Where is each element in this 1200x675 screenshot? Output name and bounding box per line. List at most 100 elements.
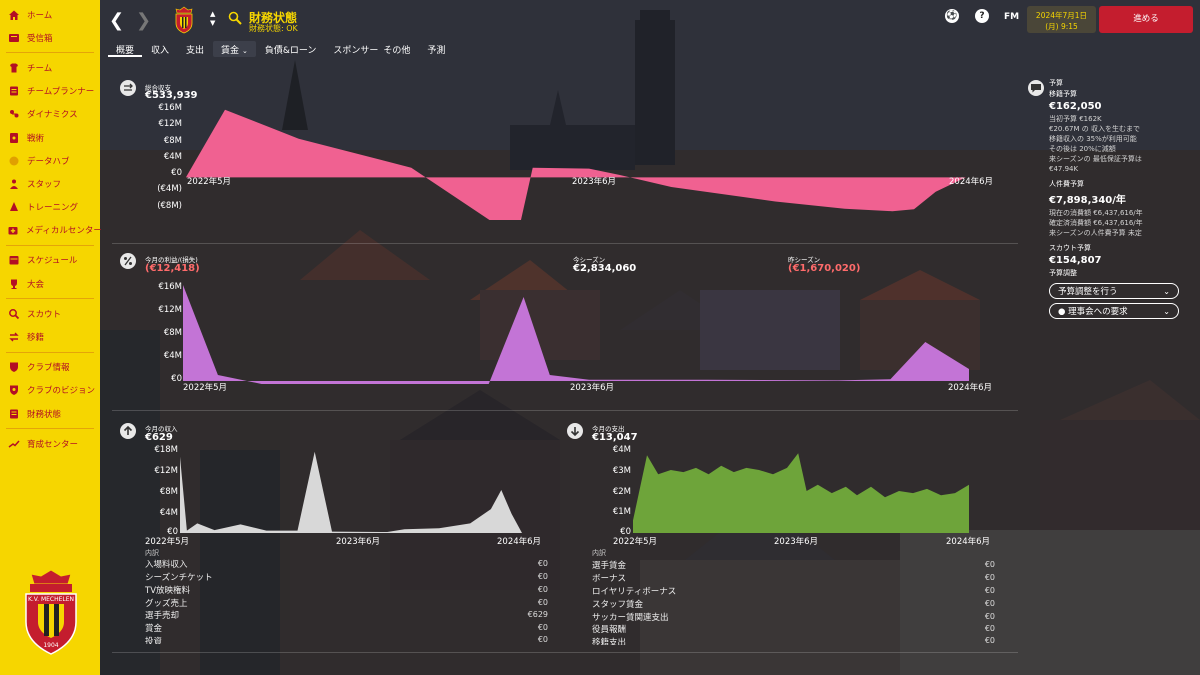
chevron-down-icon: ⌄ — [1163, 286, 1170, 296]
budget-note: 来シーズンの人件費予算 未定 — [1049, 229, 1142, 237]
tab-forecast[interactable]: 予測 — [419, 41, 453, 57]
tab-wages[interactable]: 賃金 ⌄ — [213, 41, 256, 57]
balance-icon — [120, 80, 136, 96]
income-row-value: €0 — [537, 623, 548, 632]
sidebar-item-schedule[interactable]: スケジュール — [0, 249, 100, 272]
adjust-budget-button[interactable]: 予算調整を行う ⌄ — [1049, 283, 1179, 299]
sidebar-item-label: クラブ情報 — [27, 363, 70, 374]
expense-row-value: €0 — [984, 624, 995, 633]
sidebar-item-label: 大会 — [27, 279, 45, 290]
expense-row-label: スタッフ賃金 — [592, 600, 644, 610]
sidebar-item-team[interactable]: チーム — [0, 56, 100, 79]
sidebar-item-inbox[interactable]: 受信箱 — [0, 26, 100, 49]
tab-sponsors[interactable]: スポンサー — [325, 41, 380, 57]
percent-icon — [120, 253, 136, 269]
search-icon[interactable] — [228, 11, 242, 25]
switch-club-arrows-icon[interactable]: ▲ ▼ — [210, 10, 215, 28]
income-ytick: €4M — [159, 508, 178, 518]
sidebar-item-finances[interactable]: 財務状態 — [0, 402, 100, 425]
divider — [112, 243, 1018, 244]
budget-heading: 予算 — [1049, 79, 1063, 87]
expense-row-value: €0 — [984, 560, 995, 569]
dynamics-icon — [7, 108, 20, 120]
expense-xtick: 2023年6月 — [774, 537, 819, 547]
chart-area-series — [180, 451, 522, 533]
profit-xtick: 2022年5月 — [183, 383, 228, 393]
sidebar-item-staff[interactable]: スタッフ — [0, 172, 100, 195]
sidebar-divider — [6, 298, 94, 300]
balance-xtick: 2023年6月 — [572, 177, 617, 187]
tab-bar: 概要 収入 支出 賃金 ⌄ 負債&ローン スポンサー その他 予測 — [108, 41, 454, 59]
date-text: 2024年7月1日 — [1035, 11, 1088, 20]
sidebar-item-club-info[interactable]: クラブ情報 — [0, 356, 100, 379]
sidebar-item-development-center[interactable]: 育成センター — [0, 432, 100, 455]
income-ytick: €12M — [154, 466, 178, 476]
sidebar-item-home[interactable]: ホーム — [0, 3, 100, 26]
sidebar-item-tactics[interactable]: 戦術 — [0, 126, 100, 149]
button-label: ● 理事会への要求 — [1058, 305, 1128, 317]
wage-budget-label: 人件費予算 — [1049, 180, 1084, 188]
fm-logo[interactable]: FM — [1004, 12, 1019, 22]
sidebar-item-dynamics[interactable]: ダイナミクス — [0, 103, 100, 126]
sidebar-item-label: データハブ — [27, 156, 70, 167]
chevron-down-icon: ⌄ — [241, 47, 248, 55]
speech-bubble-icon: ● — [1058, 307, 1069, 317]
sidebar-item-label: 育成センター — [27, 439, 79, 450]
income-xtick: 2022年5月 — [145, 537, 190, 547]
income-xtick: 2023年6月 — [336, 537, 381, 547]
help-icon[interactable]: ? — [975, 9, 989, 23]
budget-panel: 予算 移籍予算 €162,050 当初予算 €162K €20.67M の 収入… — [1026, 78, 1191, 340]
planner-icon — [7, 85, 20, 97]
tab-other[interactable]: その他 — [381, 41, 418, 57]
sidebar-item-training[interactable]: トレーニング — [0, 196, 100, 219]
scout-icon — [7, 308, 20, 320]
sidebar-item-label: メディカルセンター — [26, 226, 102, 237]
tab-overview[interactable]: 概要 — [108, 41, 143, 57]
this-season-value: €2,834,060 — [573, 263, 637, 274]
home-icon — [7, 9, 20, 21]
development-icon — [7, 438, 20, 450]
sidebar-item-label: スカウト — [27, 309, 62, 320]
income-xtick: 2024年6月 — [497, 537, 542, 547]
tab-income[interactable]: 収入 — [143, 41, 177, 57]
expense-row-value: €0 — [984, 586, 995, 595]
sidebar-item-competitions[interactable]: 大会 — [0, 272, 100, 295]
vision-icon — [7, 384, 20, 396]
data-hub-icon — [7, 155, 20, 167]
board-request-button[interactable]: ● 理事会への要求 ⌄ — [1049, 303, 1179, 319]
income-ytick: €18M — [154, 445, 178, 455]
continue-button[interactable]: 進める — [1099, 6, 1193, 33]
income-row-label: 投資 — [145, 637, 163, 644]
income-row-value: €0 — [537, 635, 548, 644]
expense-value: €13,047 — [592, 432, 638, 443]
scout-budget-value: €154,807 — [1049, 255, 1102, 266]
budget-note: その後は 20%に減額 — [1049, 145, 1116, 153]
profit-xtick: 2024年6月 — [948, 383, 993, 393]
expense-xtick: 2022年5月 — [613, 537, 658, 547]
budget-note: €20.67M の 収入を生むまで — [1049, 125, 1140, 133]
sidebar-item-medical-center[interactable]: メディカルセンター — [0, 219, 102, 242]
income-row-value: €629 — [527, 610, 548, 619]
sidebar-item-club-vision[interactable]: クラブのビジョン — [0, 379, 100, 402]
forward-arrow-icon[interactable]: ❯ — [136, 10, 151, 31]
sidebar-item-team-planner[interactable]: チームプランナー — [0, 80, 100, 103]
sidebar-item-data-hub[interactable]: データハブ — [0, 149, 100, 172]
ball-icon[interactable]: ⚽ — [945, 9, 959, 23]
income-row-label: シーズンチケット — [145, 573, 213, 583]
sidebar-item-scouting[interactable]: スカウト — [0, 302, 100, 325]
current-date[interactable]: 2024年7月1日 (月) 9:15 — [1027, 6, 1096, 33]
schedule-icon — [7, 254, 20, 266]
expense-ytick: €4M — [612, 445, 631, 455]
tab-debts-loans[interactable]: 負債&ローン — [257, 41, 325, 57]
back-arrow-icon[interactable]: ❮ — [109, 10, 124, 31]
sidebar-item-transfers[interactable]: 移籍 — [0, 325, 100, 348]
sidebar: ホーム 受信箱 チーム チームプランナー ダイナミクス 戦術 データハブ スタッ… — [0, 0, 102, 675]
tab-expenditure[interactable]: 支出 — [178, 41, 212, 57]
sidebar-divider — [6, 351, 94, 353]
tactics-icon — [7, 132, 20, 144]
income-row-value: €0 — [537, 598, 548, 607]
profit-xtick: 2023年6月 — [570, 383, 615, 393]
club-crest-small-icon[interactable] — [173, 6, 195, 34]
crest-text: K.V. MECHELEN — [28, 596, 74, 603]
balance-ytick: €12M — [158, 119, 182, 129]
